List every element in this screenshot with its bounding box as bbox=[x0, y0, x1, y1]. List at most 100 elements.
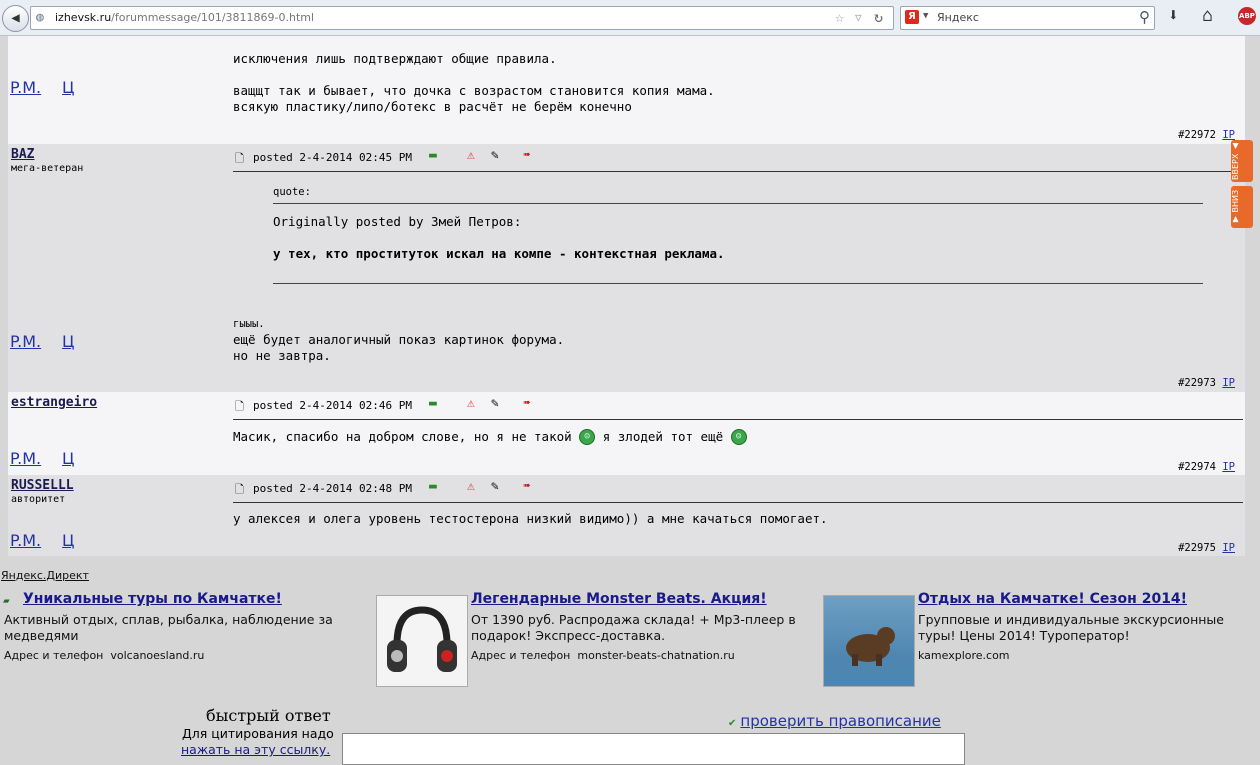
post-number: #22974 IP bbox=[1178, 461, 1235, 473]
profile-icon[interactable]: ▬ bbox=[429, 396, 437, 411]
message-text: я злодей тот ещё bbox=[602, 429, 724, 444]
ad-favicon-icon: ▰ bbox=[3, 594, 10, 607]
forum-post: estrangeiro 🗋 posted 2-4-2014 02:46 PM ▬… bbox=[8, 392, 1245, 475]
profile-icon[interactable]: ▬ bbox=[429, 479, 437, 494]
reload-icon[interactable]: ↻ bbox=[874, 8, 883, 26]
ad-title[interactable]: Легендарные Monster Beats. Акция! bbox=[471, 591, 767, 607]
url-text[interactable]: izhevsk.ru/forummessage/101/3811869-0.ht… bbox=[55, 11, 314, 24]
quote-author: Originally posted by Змей Петров: bbox=[273, 214, 522, 229]
post-username[interactable]: estrangeiro bbox=[11, 395, 97, 410]
history-dropdown-icon[interactable]: ▽ bbox=[855, 11, 862, 24]
ad-address-link[interactable]: Адрес и телефон bbox=[471, 649, 570, 662]
ad-address-link[interactable]: Адрес и телефон bbox=[4, 649, 103, 662]
post-username[interactable]: RUSSELLL bbox=[11, 478, 74, 493]
post-username[interactable]: BAZ bbox=[11, 147, 34, 162]
bookmark-star-icon[interactable]: ☆ bbox=[835, 8, 844, 26]
reply-quote-icon[interactable]: ➠ bbox=[523, 479, 531, 494]
warning-icon[interactable]: ⚠ bbox=[467, 148, 475, 163]
document-icon: 🗋 bbox=[235, 152, 244, 165]
message-line: гыыы. bbox=[233, 318, 265, 330]
scroll-up-label: ВВЕРХ bbox=[1231, 153, 1240, 180]
reply-textarea[interactable] bbox=[342, 733, 965, 765]
ip-link[interactable]: IP bbox=[1222, 542, 1235, 554]
user-rank: мега-ветеран bbox=[11, 163, 84, 174]
quote-label: quote: bbox=[273, 186, 311, 198]
message-line: но не завтра. bbox=[233, 348, 331, 363]
private-message-link[interactable]: P.M. bbox=[10, 332, 41, 351]
reply-quote-icon[interactable]: ➠ bbox=[523, 148, 531, 163]
warning-icon[interactable]: ⚠ bbox=[467, 479, 475, 494]
edit-icon[interactable]: ✎ bbox=[491, 479, 499, 494]
post-message: у алексея и олега уровень тестостерона н… bbox=[233, 511, 828, 527]
message-line: исключения лишь подтверждают общие прави… bbox=[233, 51, 557, 66]
message-text: Масик, спасибо на добром слове, но я не … bbox=[233, 429, 572, 444]
edit-icon[interactable]: ✎ bbox=[491, 396, 499, 411]
post-number: #22972 IP bbox=[1178, 129, 1235, 141]
ip-link[interactable]: IP bbox=[1222, 461, 1235, 473]
scroll-down-button[interactable]: ▼ ВНИЗ bbox=[1231, 186, 1253, 228]
search-input[interactable]: Яндекс bbox=[937, 11, 979, 24]
message-line: у алексея и олега уровень тестостерона н… bbox=[233, 511, 828, 526]
back-arrow-icon[interactable]: ◀ bbox=[2, 5, 29, 32]
post-date: posted 2-4-2014 02:46 PM bbox=[253, 399, 412, 412]
search-icon[interactable]: ⚲ bbox=[1139, 8, 1150, 26]
user-rank: авторитет bbox=[11, 494, 66, 505]
forum-post: BAZ мега-ветеран 🗋 posted 2-4-2014 02:45… bbox=[8, 144, 1245, 392]
quote-divider bbox=[273, 283, 1203, 284]
quote-link[interactable]: Ц bbox=[62, 332, 74, 351]
ad-title[interactable]: Уникальные туры по Камчатке! bbox=[23, 591, 282, 607]
scroll-up-button[interactable]: ВВЕРХ ▲ bbox=[1231, 140, 1253, 182]
reply-quote-icon[interactable]: ➠ bbox=[523, 396, 531, 411]
document-icon: 🗋 bbox=[235, 400, 244, 413]
smiley-icon: ☺ bbox=[730, 429, 747, 445]
spellcheck-label[interactable]: проверить правописание bbox=[740, 712, 941, 730]
chevron-down-icon[interactable]: ▼ bbox=[923, 11, 928, 21]
forum-post: RUSSELLL авторитет 🗋 posted 2-4-2014 02:… bbox=[8, 475, 1245, 556]
forum-post: исключения лишь подтверждают общие прави… bbox=[8, 36, 1245, 144]
headphones-image[interactable] bbox=[376, 595, 468, 687]
quote-link[interactable]: Ц bbox=[62, 78, 74, 97]
search-box[interactable]: Я ▼ Яндекс ⚲ bbox=[900, 6, 1155, 30]
scroll-down-label: ВНИЗ bbox=[1231, 189, 1240, 213]
address-bar[interactable]: ◍ izhevsk.ru/forummessage/101/3811869-0.… bbox=[30, 6, 894, 30]
ad-text: От 1390 руб. Распродажа склада! + Mp3-пл… bbox=[471, 612, 796, 643]
private-message-link[interactable]: P.M. bbox=[10, 449, 41, 468]
quote-link[interactable]: Ц bbox=[62, 531, 74, 550]
message-line: ещё будет аналогичный показ картинок фор… bbox=[233, 332, 565, 347]
message-line: ващщт так и бывает, что дочка с возрасто… bbox=[233, 83, 715, 98]
quick-reply-hint: Для цитирования надо bbox=[182, 726, 334, 741]
ad-domain[interactable]: volcanoesland.ru bbox=[110, 649, 204, 662]
ad-meta: Адрес и телефон volcanoesland.ru bbox=[4, 649, 204, 662]
home-icon[interactable]: ⌂ bbox=[1202, 5, 1213, 26]
post-number: #22973 IP bbox=[1178, 377, 1235, 389]
download-icon[interactable]: ⬇ bbox=[1168, 5, 1179, 26]
post-message: исключения лишь подтверждают общие прави… bbox=[233, 51, 715, 115]
adblock-icon[interactable]: ABP bbox=[1238, 7, 1256, 25]
globe-icon: ◍ bbox=[36, 10, 44, 25]
post-date: posted 2-4-2014 02:48 PM bbox=[253, 482, 412, 495]
spellcheck-link[interactable]: ✔ проверить правописание bbox=[728, 712, 941, 730]
private-message-link[interactable]: P.M. bbox=[10, 78, 41, 97]
ad-meta: Адрес и телефон monster-beats-chatnation… bbox=[471, 649, 735, 662]
quote-link[interactable]: Ц bbox=[62, 449, 74, 468]
yandex-icon: Я bbox=[905, 10, 919, 24]
ad-domain[interactable]: monster-beats-chatnation.ru bbox=[577, 649, 734, 662]
quote-divider bbox=[273, 203, 1203, 204]
post-number: #22975 IP bbox=[1178, 542, 1235, 554]
profile-icon[interactable]: ▬ bbox=[429, 148, 437, 163]
yandex-direct-link[interactable]: Яндекс.Директ bbox=[1, 569, 89, 582]
ip-link[interactable]: IP bbox=[1222, 377, 1235, 389]
bear-image[interactable] bbox=[823, 595, 915, 687]
ad-title[interactable]: Отдых на Камчатке! Сезон 2014! bbox=[918, 591, 1187, 607]
ad-domain[interactable]: kamexplore.com bbox=[918, 649, 1010, 662]
post-divider bbox=[233, 502, 1243, 503]
post-message: Масик, спасибо на добром слове, но я не … bbox=[233, 429, 747, 445]
edit-icon[interactable]: ✎ bbox=[491, 148, 499, 163]
browser-toolbar: ◀ ◍ izhevsk.ru/forummessage/101/3811869-… bbox=[0, 0, 1260, 36]
post-message: гыыы. ещё будет аналогичный показ картин… bbox=[233, 316, 564, 364]
private-message-link[interactable]: P.M. bbox=[10, 531, 41, 550]
post-divider bbox=[233, 419, 1243, 420]
spellcheck-icon: ✔ bbox=[728, 718, 737, 729]
warning-icon[interactable]: ⚠ bbox=[467, 396, 475, 411]
